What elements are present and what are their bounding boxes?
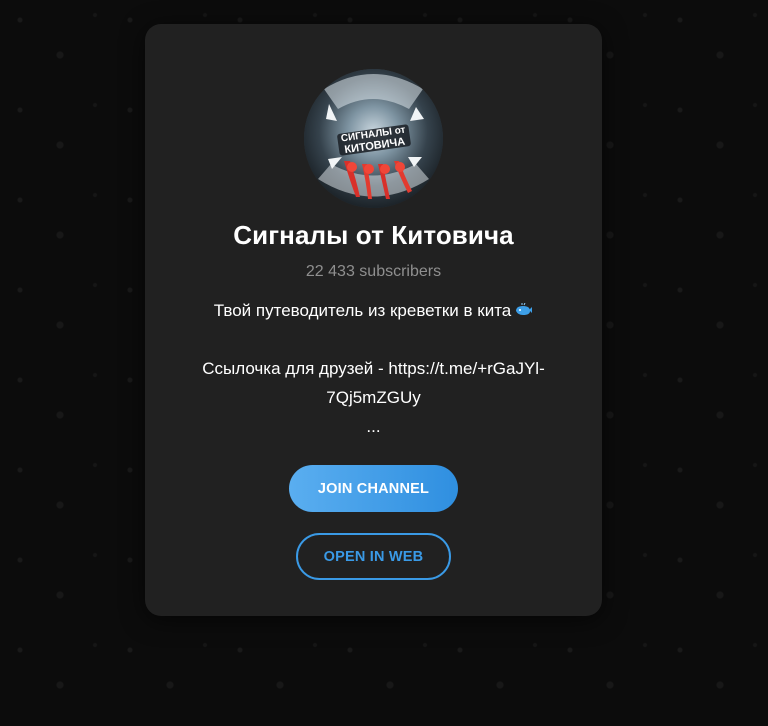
subscriber-count: 22 433 subscribers <box>305 263 442 280</box>
description-line-1: Твой путеводитель из креветки в кита <box>165 296 582 325</box>
description-ellipsis: ... <box>366 417 381 436</box>
description-line-3[interactable]: 7Qj5mZGUy <box>165 383 582 412</box>
channel-title: Сигналы от Китовича <box>233 220 514 250</box>
channel-description: Твой путеводитель из креветки в кита Ссы… <box>165 296 582 441</box>
description-text-1: Твой путеводитель из креветки в кита <box>213 301 512 320</box>
channel-card: СИГНАЛЫ от КИТОВИЧА Сигналы от Китовича … <box>145 24 602 616</box>
avatar-image: СИГНАЛЫ от КИТОВИЧА <box>304 69 443 208</box>
whale-icon <box>516 303 533 315</box>
description-spacer <box>165 325 582 354</box>
channel-avatar: СИГНАЛЫ от КИТОВИЧА <box>304 69 443 208</box>
description-line-2[interactable]: Ссылочка для друзей - https://t.me/+rGaJ… <box>165 354 582 383</box>
join-channel-button[interactable]: JOIN CHANNEL <box>289 465 458 512</box>
open-in-web-button[interactable]: OPEN IN WEB <box>296 533 451 580</box>
